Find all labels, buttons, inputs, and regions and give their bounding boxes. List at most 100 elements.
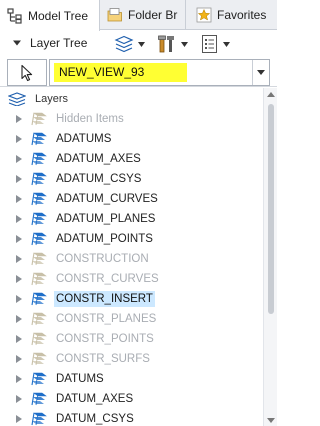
expand-arrow-icon[interactable] [16,235,22,243]
select-mode-button[interactable] [7,59,47,86]
tree-row-label: DATUMS [56,373,104,385]
page-title: Layer Tree [30,36,88,50]
tree-row[interactable]: ADATUM_CSYS [0,169,262,189]
tree-row[interactable]: CONSTR_SURFS [0,349,262,369]
expand-arrow-icon[interactable] [16,375,22,383]
settings-list-icon [202,35,217,53]
scroll-down-icon[interactable] [267,418,275,423]
view-selector-row: NEW_VIEW_93 [0,58,277,86]
tree-root-label: Layers [35,93,69,105]
expand-arrow-icon[interactable] [16,275,22,283]
layer-tree-toolbar: Layer Tree [0,31,277,58]
tree-row[interactable]: ADATUM_AXES [0,149,262,169]
expand-arrow-icon[interactable] [16,395,22,403]
tab-label: Folder Br [128,8,178,22]
tree-row[interactable]: ADATUM_CURVES [0,189,262,209]
caret-down-icon [223,41,230,47]
hidden-layer-icon [31,112,47,126]
expand-arrow-icon[interactable] [16,295,22,303]
tree-row[interactable]: CONSTR_INSERT [0,289,262,309]
tree-row-label: CONSTR_PLANES [56,313,157,325]
tree-row-label: CONSTR_POINTS [56,333,154,345]
caret-down-icon [138,41,145,47]
tree-row-label: ADATUM_CURVES [56,193,158,205]
tab-label: Model Tree [28,8,89,23]
tree-row[interactable]: CONSTR_POINTS [0,329,262,349]
layer-icon [31,152,47,166]
layer-display-icon [114,35,134,53]
layer-icon [31,232,47,246]
view-combo-value: NEW_VIEW_93 [59,65,145,79]
layers-icon [8,92,26,106]
expand-arrow-icon[interactable] [16,135,22,143]
tree-row-label: DATUM_AXES [56,393,134,405]
tools-icon [158,35,174,53]
view-combo-box[interactable]: NEW_VIEW_93 [49,59,270,86]
layer-icon [31,132,47,146]
layer-tree-header[interactable]: Layer Tree [12,36,87,50]
expand-arrow-icon[interactable] [16,175,22,183]
hidden-layer-icon [31,332,47,346]
favorites-icon [196,7,212,23]
tree-row[interactable]: DATUMS [0,369,262,389]
expand-arrow-icon[interactable] [16,355,22,363]
settings-list-button[interactable] [201,34,230,54]
layer-icon [31,172,47,186]
layer-icon [31,372,47,386]
tab-favorites[interactable]: Favorites [186,0,277,30]
tree-row-label: CONSTR_CURVES [56,273,159,285]
tree-row-label: CONSTR_INSERT [54,291,155,307]
tools-button[interactable] [157,34,188,54]
layer-icon [31,412,47,426]
tab-model-tree[interactable]: Model Tree [0,0,100,31]
hidden-layer-icon [31,252,47,266]
layer-icon [31,292,47,306]
layer-icon [31,212,47,226]
tab-folder-browser[interactable]: Folder Br [100,0,186,30]
tree-root-layers[interactable]: Layers [8,91,68,107]
expand-arrow-icon[interactable] [16,255,22,263]
expand-arrow-icon[interactable] [16,415,22,423]
tree-row[interactable]: DATUM_AXES [0,389,262,409]
expand-arrow-icon[interactable] [16,215,22,223]
chevron-down-icon [257,70,265,75]
hidden-layer-icon [31,312,47,326]
tree-row[interactable]: Hidden Items [0,109,262,129]
combo-dropdown-button[interactable] [252,60,269,85]
scroll-up-icon[interactable] [267,92,275,97]
tab-label: Favorites [217,8,267,22]
tree-row[interactable]: ADATUM_POINTS [0,229,262,249]
tree-row[interactable]: DATUM_CSYS [0,409,262,426]
tree-row-label: ADATUM_PLANES [56,213,156,225]
model-tree-icon [7,7,22,24]
layer-icon [31,192,47,206]
tree-row-label: CONSTRUCTION [56,253,149,265]
layer-display-button[interactable] [114,34,145,54]
expand-arrow-icon[interactable] [16,195,22,203]
tree-row-label: ADATUM_AXES [56,153,141,165]
tree-row[interactable]: CONSTRUCTION [0,249,262,269]
tree-row-label: CONSTR_SURFS [56,353,150,365]
expand-arrow-icon[interactable] [16,315,22,323]
tree-row-label: ADATUM_CSYS [56,173,142,185]
layer-icon [31,392,47,406]
hidden-layer-icon [31,352,47,366]
folder-browser-icon [107,8,122,22]
panel-tab-bar: Model Tree Folder Br Favorites [0,0,277,31]
tree-row[interactable]: CONSTR_PLANES [0,309,262,329]
cursor-arrow-icon [21,64,33,81]
tree-row-label: ADATUMS [56,133,112,145]
expand-arrow-icon[interactable] [16,155,22,163]
tree-row-label: Hidden Items [56,113,124,125]
tree-row[interactable]: ADATUM_PLANES [0,209,262,229]
scrollbar-thumb[interactable] [268,104,274,314]
tree-row-label: DATUM_CSYS [56,413,134,425]
tree-row[interactable]: ADATUMS [0,129,262,149]
tree-row[interactable]: CONSTR_CURVES [0,269,262,289]
caret-down-icon [181,41,188,47]
expand-arrow-icon[interactable] [16,115,22,123]
layer-tree: Layers Hidden Items ADATUMS ADATUM_AXES ADA… [0,86,277,426]
vertical-scrollbar[interactable] [263,88,277,426]
tree-row-label: ADATUM_POINTS [56,233,153,245]
expand-arrow-icon[interactable] [16,335,22,343]
